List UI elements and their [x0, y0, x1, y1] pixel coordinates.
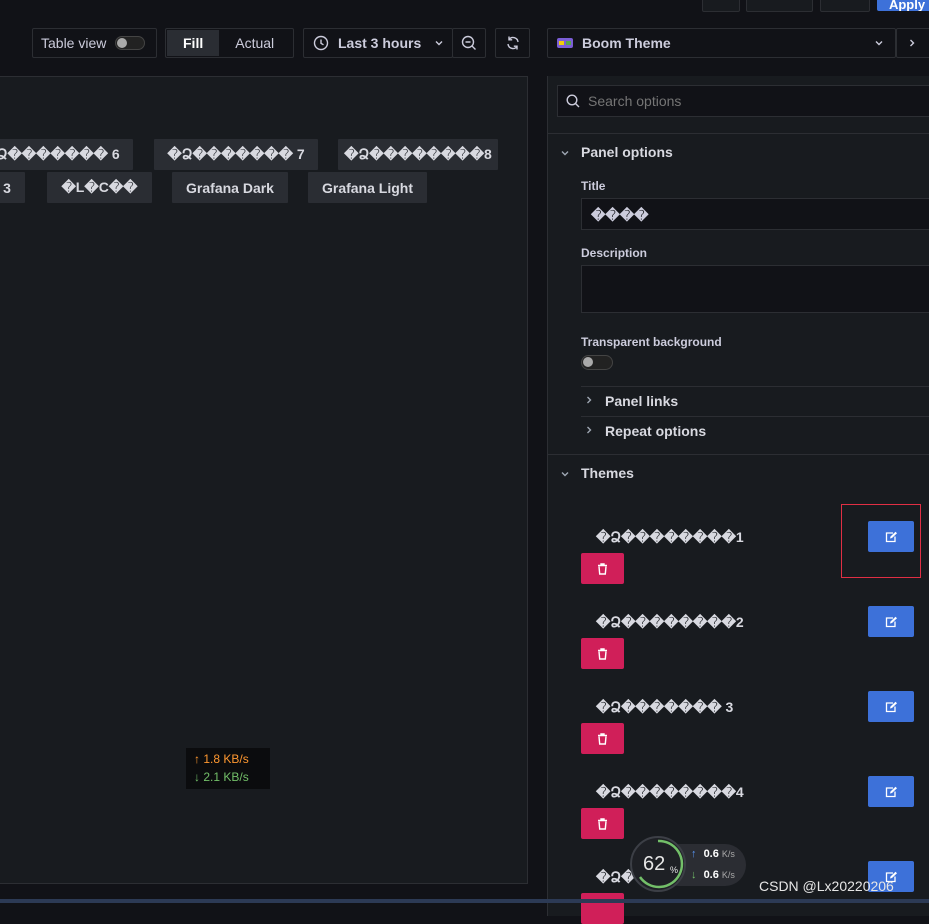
theme-name: �Ձ��������1 — [596, 529, 744, 545]
chevron-down-icon[interactable] — [560, 469, 570, 479]
arrow-up-icon: ↑ — [194, 752, 200, 766]
edit-icon — [885, 616, 897, 627]
edit-highlight-frame — [841, 504, 921, 578]
settings-button[interactable] — [702, 0, 740, 12]
title-label: Title — [581, 179, 606, 193]
upload-speed: 1.8 KB/s — [203, 752, 249, 766]
themes-header[interactable]: Themes — [581, 465, 634, 481]
panel-options-header[interactable]: Panel options — [581, 144, 673, 160]
refresh-button[interactable] — [495, 28, 530, 58]
clock-icon — [313, 35, 329, 51]
up-speed-row: ↑ 0.6 K/s — [691, 848, 735, 860]
time-range-picker[interactable]: Last 3 hours — [303, 28, 453, 58]
cpu-percent: 62 — [643, 853, 666, 875]
edit-icon — [885, 786, 897, 797]
watermark: CSDN @Lx20220206 — [759, 878, 894, 894]
visualization-picker[interactable]: Boom Theme — [547, 28, 896, 58]
down-speed-unit: K/s — [721, 870, 735, 880]
description-label: Description — [581, 246, 648, 260]
theme-tag[interactable]: �Ձ������� 7 — [154, 139, 318, 170]
theme-tag[interactable]: Grafana Dark — [172, 172, 288, 203]
fill-option[interactable]: Fill — [167, 30, 220, 56]
cpu-unit: % — [670, 865, 679, 875]
transparent-background-label: Transparent background — [581, 335, 722, 349]
theme-name: �Ձ��������4 — [596, 784, 744, 800]
title-value: ���� — [591, 207, 649, 223]
table-view-switch[interactable] — [115, 36, 146, 50]
download-speed: 2.1 KB/s — [203, 770, 249, 784]
theme-tag[interactable]: 3 — [0, 172, 25, 203]
edit-theme-button[interactable] — [868, 606, 914, 637]
trash-icon — [598, 562, 607, 575]
down-speed-row: ↓ 0.6 K/s — [691, 869, 735, 881]
divider — [548, 454, 929, 455]
arrow-down-icon: ↓ — [194, 770, 200, 784]
trash-icon — [598, 732, 607, 745]
search-options-input[interactable] — [586, 92, 920, 110]
delete-theme-button[interactable] — [581, 893, 624, 924]
panel-links-header[interactable]: Panel links — [605, 393, 678, 409]
chevron-right-icon[interactable] — [584, 395, 594, 405]
collapse-options-button[interactable] — [896, 28, 929, 58]
cpu-gauge: 62 % — [630, 836, 686, 892]
apply-button[interactable]: Apply — [877, 0, 929, 11]
delete-theme-button[interactable] — [581, 553, 624, 584]
repeat-options-header[interactable]: Repeat options — [605, 423, 706, 439]
up-speed: 0.6 — [703, 848, 719, 860]
actual-option[interactable]: Actual — [219, 30, 290, 56]
transparent-background-switch[interactable] — [581, 355, 613, 370]
bottom-edge — [0, 899, 929, 903]
refresh-icon — [506, 36, 519, 50]
theme-tag[interactable]: �Ձ��������8 — [338, 139, 498, 170]
fill-actual-group: Fill Actual — [165, 28, 294, 58]
delete-theme-button[interactable] — [581, 723, 624, 754]
description-textarea[interactable] — [581, 265, 929, 313]
upload-row: ↑ 1.8 KB/s — [194, 752, 249, 766]
save-button[interactable] — [820, 0, 870, 12]
divider — [548, 133, 929, 134]
zoom-out-icon — [461, 35, 476, 50]
divider — [581, 416, 929, 417]
theme-tag[interactable]: Grafana Light — [308, 172, 427, 203]
theme-tag[interactable]: �Ձ������� 6 — [0, 139, 133, 170]
trash-icon — [598, 647, 607, 660]
up-speed-unit: K/s — [721, 849, 735, 859]
zoom-out-button[interactable] — [452, 28, 486, 58]
chevron-down-icon[interactable] — [560, 148, 570, 158]
table-view-label: Table view — [41, 35, 107, 51]
down-speed: 0.6 — [703, 869, 719, 881]
theme-name: �Ձ��������2 — [596, 614, 744, 630]
search-icon — [566, 94, 580, 108]
delete-theme-button[interactable] — [581, 808, 624, 839]
delete-theme-button[interactable] — [581, 638, 624, 669]
theme-name: �Ձ������� 3 — [596, 699, 734, 715]
visualization-name: Boom Theme — [582, 35, 671, 51]
divider — [581, 386, 929, 387]
chevron-down-icon — [875, 41, 883, 46]
boom-theme-icon — [557, 38, 573, 48]
arrow-down-icon: ↓ — [691, 869, 697, 881]
edit-icon — [885, 701, 897, 712]
download-row: ↓ 2.1 KB/s — [194, 770, 249, 784]
arrow-up-icon: ↑ — [691, 848, 697, 860]
edit-theme-button[interactable] — [868, 691, 914, 722]
theme-tag[interactable]: �L�C�� — [47, 172, 152, 203]
chevron-right-icon[interactable] — [584, 425, 594, 435]
trash-icon — [598, 817, 607, 830]
table-view-toggle[interactable]: Table view — [32, 28, 157, 58]
title-input[interactable]: ���� — [581, 198, 929, 230]
search-options-field[interactable] — [557, 85, 929, 117]
discard-button[interactable] — [746, 0, 813, 12]
edit-theme-button[interactable] — [868, 776, 914, 807]
time-range-label: Last 3 hours — [338, 35, 422, 51]
chevron-right-icon — [910, 39, 915, 47]
network-speed-widget: ↑ 1.8 KB/s ↓ 2.1 KB/s — [186, 748, 270, 789]
chevron-down-icon — [435, 41, 443, 46]
system-monitor-widget[interactable]: 62 % ↑ 0.6 K/s ↓ 0.6 K/s — [630, 836, 748, 892]
options-pane: Panel options Title ���� Description Tra… — [547, 76, 929, 924]
